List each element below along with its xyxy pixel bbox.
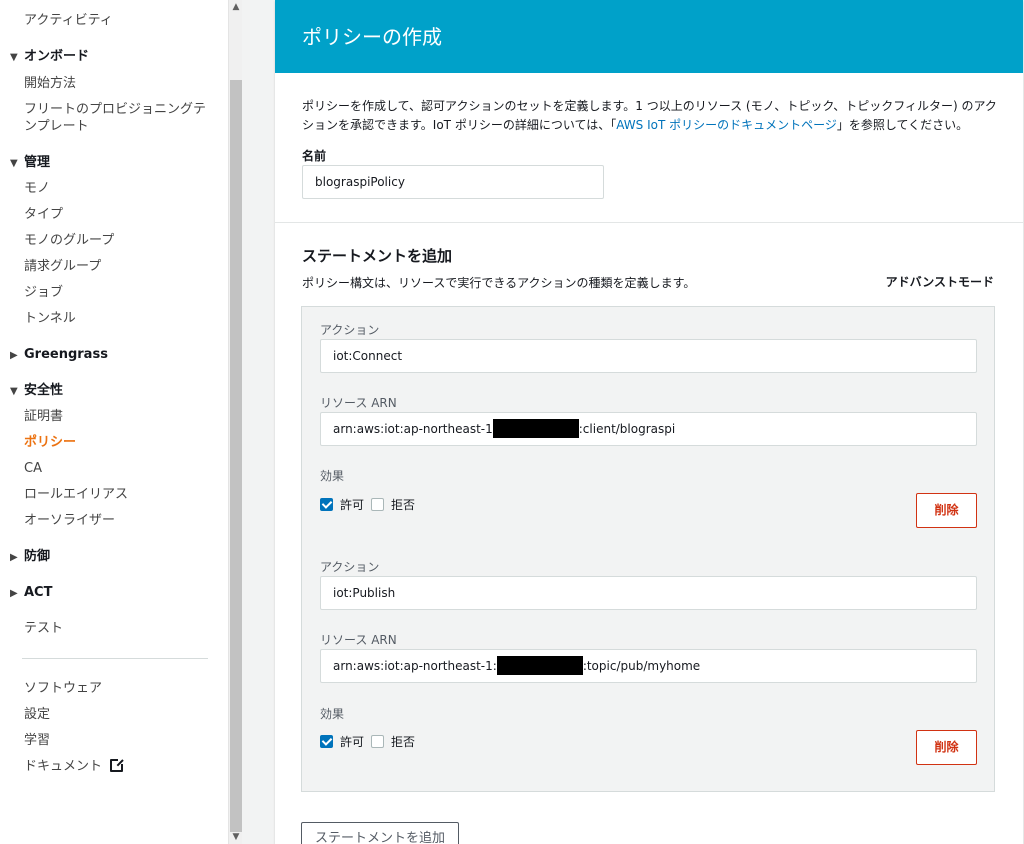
resource-arn-label: リソース ARN <box>320 633 397 647</box>
sidebar-item-thing-groups[interactable]: モノのグループ <box>24 232 114 249</box>
action-input[interactable]: iot:Publish <box>320 576 977 610</box>
sidebar-item-tunnels[interactable]: トンネル <box>24 310 76 327</box>
caret-down-icon: ▼ <box>10 158 18 169</box>
sidebar-section-greengrass[interactable]: ▶ Greengrass <box>10 346 108 364</box>
name-label: 名前 <box>302 149 327 163</box>
scroll-thumb[interactable] <box>230 80 242 832</box>
allow-label: 許可 <box>340 735 365 749</box>
sidebar-section-label: 防御 <box>24 549 51 564</box>
arn-suffix: :client/blograspi <box>578 422 676 436</box>
card-header: ポリシーの作成 <box>275 0 1023 73</box>
caret-right-icon: ▶ <box>10 552 18 563</box>
page-description: ポリシーを作成して、認可アクションのセットを定義します。1 つ以上のリソース (… <box>302 97 1002 135</box>
action-label: アクション <box>320 560 380 574</box>
page-title: ポリシーの作成 <box>302 25 442 49</box>
arn-prefix: arn:aws:iot:ap-northeast-1: <box>333 659 497 673</box>
sidebar-item-policies[interactable]: ポリシー <box>24 434 76 451</box>
sidebar-section-defend[interactable]: ▶ 防御 <box>10 548 50 566</box>
sidebar-section-manage[interactable]: ▼ 管理 <box>10 154 50 172</box>
effect-label: 効果 <box>320 707 345 721</box>
sidebar-item-role-aliases[interactable]: ロールエイリアス <box>24 486 128 503</box>
sidebar-item-jobs[interactable]: ジョブ <box>24 284 63 301</box>
delete-statement-button[interactable]: 削除 <box>916 730 977 765</box>
resource-arn-input[interactable]: arn:aws:iot:ap-northeast-1: :topic/pub/my… <box>320 649 977 683</box>
sidebar-item-label: ドキュメント <box>24 759 103 774</box>
sidebar-item-software[interactable]: ソフトウェア <box>24 680 102 697</box>
sidebar-item-billing-groups[interactable]: 請求グループ <box>24 258 101 275</box>
sidebar-item-test[interactable]: テスト <box>24 620 63 637</box>
redacted-account-id <box>492 419 579 438</box>
sidebar-item-settings[interactable]: 設定 <box>24 706 50 723</box>
create-policy-card: ポリシーの作成 ポリシーを作成して、認可アクションのセットを定義します。1 つ以… <box>275 0 1023 844</box>
sidebar-item-documents[interactable]: ドキュメント <box>24 757 126 775</box>
sidebar: アクティビティ ▼ オンボード 開始方法 フリートのプロビジョニングテンプレート … <box>0 0 228 844</box>
description-text: 」を参照してください。 <box>836 118 969 132</box>
external-link-icon <box>110 757 126 772</box>
sidebar-divider <box>22 658 208 659</box>
scroll-down-icon[interactable]: ▼ <box>229 830 243 844</box>
sidebar-section-label: ACT <box>24 585 53 600</box>
sidebar-section-label: 安全性 <box>24 383 64 398</box>
redacted-account-id <box>496 656 583 675</box>
resource-arn-input[interactable]: arn:aws:iot:ap-northeast-1 :client/blogra… <box>320 412 977 446</box>
sidebar-item-certificates[interactable]: 証明書 <box>24 408 63 425</box>
sidebar-section-security[interactable]: ▼ 安全性 <box>10 382 63 400</box>
resource-arn-label: リソース ARN <box>320 396 397 410</box>
sidebar-item-things[interactable]: モノ <box>24 180 50 197</box>
delete-statement-button[interactable]: 削除 <box>916 493 977 528</box>
policy-name-input[interactable]: blograspiPolicy <box>302 165 604 199</box>
sidebar-item-learn[interactable]: 学習 <box>24 732 50 749</box>
effect-label: 効果 <box>320 469 345 483</box>
add-statements-subtitle: ポリシー構文は、リソースで実行できるアクションの種類を定義します。 <box>302 276 696 290</box>
deny-checkbox[interactable] <box>371 498 385 511</box>
arn-prefix: arn:aws:iot:ap-northeast-1 <box>333 422 493 436</box>
sidebar-item-authorizers[interactable]: オーソライザー <box>24 512 115 529</box>
allow-label: 許可 <box>340 498 365 512</box>
sidebar-section-label: 管理 <box>24 155 51 170</box>
sidebar-section-label: オンボード <box>24 49 90 64</box>
section-divider <box>275 222 1023 223</box>
sidebar-item-types[interactable]: タイプ <box>24 206 63 223</box>
statements-box: アクション iot:Connect リソース ARN arn:aws:iot:a… <box>301 306 995 792</box>
sidebar-item-ca[interactable]: CA <box>24 460 42 477</box>
scroll-up-icon[interactable]: ▲ <box>229 0 243 14</box>
action-input[interactable]: iot:Connect <box>320 339 977 373</box>
advanced-mode-link[interactable]: アドバンストモード <box>886 273 994 290</box>
sidebar-section-act[interactable]: ▶ ACT <box>10 584 52 602</box>
effect-options: 許可 拒否 <box>320 496 415 513</box>
sidebar-item-getting-started[interactable]: 開始方法 <box>24 75 76 92</box>
caret-right-icon: ▶ <box>10 350 18 361</box>
deny-checkbox[interactable] <box>371 735 385 748</box>
allow-checkbox[interactable] <box>320 498 333 511</box>
sidebar-section-label: Greengrass <box>24 347 108 362</box>
caret-down-icon: ▼ <box>10 386 18 397</box>
sidebar-item-fleet-provisioning[interactable]: フリートのプロビジョニングテンプレート <box>24 101 214 135</box>
effect-options: 許可 拒否 <box>320 733 415 750</box>
action-label: アクション <box>320 323 380 337</box>
sidebar-item-activity[interactable]: アクティビティ <box>24 12 113 29</box>
policy-docs-link[interactable]: AWS IoT ポリシーのドキュメントページ <box>616 118 837 132</box>
arn-suffix: :topic/pub/myhome <box>582 659 701 673</box>
add-statements-title: ステートメントを追加 <box>302 247 453 265</box>
deny-label: 拒否 <box>391 498 416 512</box>
caret-right-icon: ▶ <box>10 588 18 599</box>
allow-checkbox[interactable] <box>320 735 333 748</box>
sidebar-section-onboard[interactable]: ▼ オンボード <box>10 48 89 66</box>
sidebar-scrollbar[interactable]: ▲ ▼ <box>228 0 242 844</box>
deny-label: 拒否 <box>391 735 416 749</box>
add-statement-button[interactable]: ステートメントを追加 <box>301 822 459 844</box>
caret-down-icon: ▼ <box>10 52 18 63</box>
